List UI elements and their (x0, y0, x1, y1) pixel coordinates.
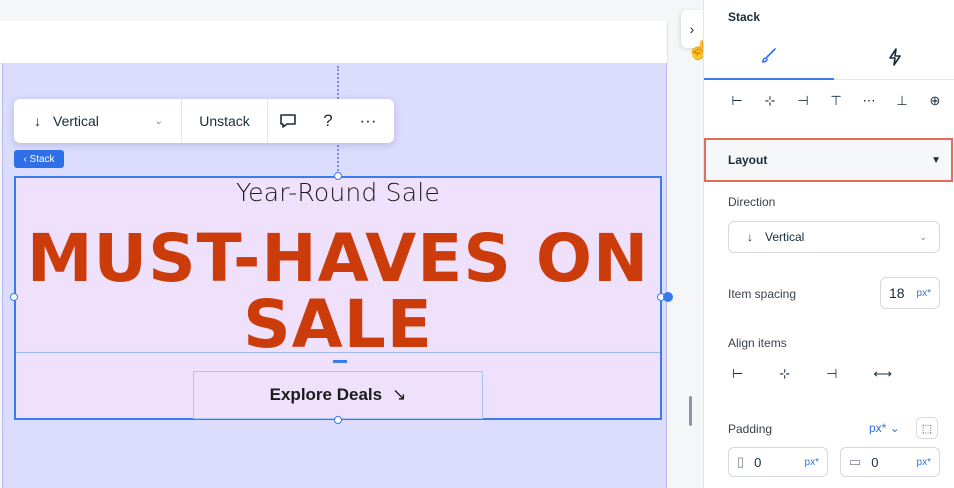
stack-container[interactable]: Year-Round Sale MUST-HAVES ON SALE Explo… (14, 176, 662, 420)
align-items-group: ⊢ ⊹ ⊣ ⟷ (732, 366, 892, 382)
padding-vertical-icon: ▭ (849, 454, 862, 469)
arrow-diagonal-icon: ↘ (392, 385, 407, 404)
padding-left-value: 0 (754, 454, 762, 470)
panel-tabs (704, 38, 954, 80)
drag-handle-right[interactable] (663, 292, 673, 302)
stack-tag[interactable]: ‹ Stack (14, 150, 64, 168)
align-items-center-icon[interactable]: ⊹ (779, 366, 790, 382)
padding-horizontal-input[interactable]: ▯ 0 px* (728, 447, 828, 477)
align-items-end-icon[interactable]: ⊣ (826, 366, 837, 382)
item-spacing-input[interactable]: 18 px* (880, 277, 940, 309)
subtitle-text[interactable]: Year-Round Sale (16, 178, 660, 207)
align-items-start-icon[interactable]: ⊢ (732, 366, 743, 382)
resize-handle-top[interactable] (334, 172, 342, 180)
chevron-down-icon: ⌄ (889, 421, 900, 435)
padding-sides-icon[interactable]: ⬚ (916, 417, 938, 439)
divider (16, 352, 660, 353)
arrow-down-icon: ↓ (747, 230, 753, 244)
padding-top-unit[interactable]: px* (917, 457, 931, 468)
more-icon[interactable]: ··· (348, 99, 388, 143)
chevron-right-icon: › (689, 21, 695, 37)
panel-title: Stack (728, 10, 761, 24)
comment-icon[interactable] (268, 99, 308, 143)
explore-deals-button[interactable]: Explore Deals ↘ (193, 371, 483, 419)
brush-icon (760, 47, 778, 70)
tab-interactions[interactable] (834, 38, 954, 80)
chevron-down-icon: ⌄ (919, 231, 927, 242)
align-bottom-icon[interactable]: ⊥ (891, 93, 913, 109)
layout-header-label: Layout (728, 153, 768, 167)
padding-horizontal-icon: ▯ (737, 454, 745, 469)
item-spacing-value: 18 (889, 285, 905, 301)
editor-canvas: ↓ Vertical ⌄ Unstack ? ··· ‹ Stack Year-… (0, 0, 685, 488)
item-spacing-unit[interactable]: px* (917, 288, 931, 299)
align-right-icon[interactable]: ⊣ (792, 93, 814, 109)
lightning-icon (887, 47, 903, 71)
align-items-label: Align items (728, 336, 787, 350)
padding-label: Padding (728, 422, 773, 436)
direction-dropdown[interactable]: ↓ Vertical ⌄ (14, 99, 182, 143)
unstack-button[interactable]: Unstack (182, 99, 268, 143)
align-middle-icon[interactable]: ⋯ (858, 93, 880, 109)
alignment-toolbar: ⊢ ⊹ ⊣ ⊤ ⋯ ⊥ ⊕ (726, 88, 946, 114)
resize-handle-left[interactable] (10, 293, 18, 301)
align-items-stretch-icon[interactable]: ⟷ (873, 366, 892, 382)
align-center-h-icon[interactable]: ⊹ (759, 93, 781, 109)
explore-deals-label: Explore Deals (269, 385, 383, 404)
distribute-icon[interactable]: ⊕ (924, 93, 946, 109)
header-strip (0, 21, 668, 63)
resize-handle-bottom[interactable] (334, 416, 342, 424)
headline-text[interactable]: MUST-HAVES ON SALE (16, 226, 660, 358)
layout-section-header[interactable]: Layout ▼ (704, 138, 953, 182)
help-icon[interactable]: ? (308, 99, 348, 143)
padding-unit-label: px* (869, 421, 887, 435)
tab-design[interactable] (704, 38, 834, 80)
floating-toolbar: ↓ Vertical ⌄ Unstack ? ··· (14, 99, 394, 143)
padding-left-unit[interactable]: px* (805, 457, 819, 468)
direction-label: Direction (728, 195, 776, 209)
item-spacing-label: Item spacing (728, 287, 797, 301)
chevron-down-icon: ⌄ (154, 115, 163, 127)
align-top-icon[interactable]: ⊤ (825, 93, 847, 109)
arrow-down-icon: ↓ (34, 113, 41, 129)
headline-line-2: SALE (243, 286, 433, 363)
align-left-icon[interactable]: ⊢ (726, 93, 748, 109)
scrollbar[interactable] (689, 396, 692, 426)
headline-line-1: MUST-HAVES ON (26, 220, 650, 297)
padding-top-value: 0 (871, 454, 879, 470)
direction-select[interactable]: ↓ Vertical ⌄ (728, 221, 940, 253)
direction-label: Vertical (53, 113, 99, 129)
direction-value: Vertical (765, 230, 805, 244)
inspector-panel: Stack ⊢ ⊹ ⊣ ⊤ ⋯ ⊥ ⊕ Layout ▼ Direction ↓… (703, 0, 954, 488)
padding-unit-select[interactable]: px* ⌄ (869, 421, 900, 435)
padding-vertical-input[interactable]: ▭ 0 px* (840, 447, 940, 477)
spacing-handle[interactable] (333, 360, 347, 363)
collapse-triangle-icon: ▼ (931, 154, 941, 166)
